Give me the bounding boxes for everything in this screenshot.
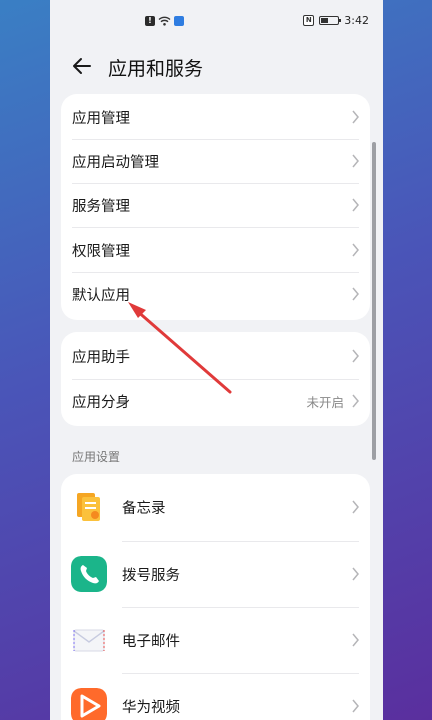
- app-notification-icon: [174, 16, 184, 26]
- chevron-right-icon: [352, 198, 359, 212]
- notepad-icon: [77, 493, 100, 521]
- row-label: 应用管理: [72, 110, 130, 127]
- app-label: 华为视频: [122, 700, 180, 716]
- status-time: 3:42: [344, 14, 369, 27]
- row-label: 服务管理: [72, 198, 130, 215]
- row-label: 默认应用: [72, 287, 130, 304]
- app-row-dialer[interactable]: 拨号服务: [61, 541, 370, 607]
- section-title: 应用设置: [72, 450, 121, 464]
- nfc-icon: N: [303, 15, 315, 26]
- chevron-right-icon: [352, 349, 359, 363]
- row-label: 权限管理: [72, 243, 130, 260]
- row-label: 应用启动管理: [72, 154, 159, 171]
- app-settings-list: 备忘录 拨号服务 电子邮件 华为视频: [61, 474, 370, 720]
- settings-group-2: 应用助手 应用分身 未开启: [61, 332, 370, 426]
- row-label: 应用助手: [72, 349, 130, 366]
- row-app-management[interactable]: 应用管理: [61, 95, 370, 139]
- chevron-right-icon: [352, 110, 359, 124]
- app-row-email[interactable]: 电子邮件: [61, 607, 370, 673]
- row-app-launch-management[interactable]: 应用启动管理: [61, 139, 370, 183]
- chevron-right-icon: [352, 633, 359, 647]
- phone-screen: ! N 3:42 应用和服务 应用管理 应用启动管理 服务管理 权限管理 默认应…: [50, 0, 383, 720]
- arrow-left-icon[interactable]: [70, 54, 94, 78]
- settings-group-1: 应用管理 应用启动管理 服务管理 权限管理 默认应用: [61, 94, 370, 320]
- row-app-assistant[interactable]: 应用助手: [61, 334, 370, 378]
- status-icons: !: [145, 16, 184, 26]
- video-play-icon: [71, 688, 107, 720]
- row-permission-management[interactable]: 权限管理: [61, 228, 370, 272]
- wifi-icon: [158, 16, 171, 26]
- app-label: 拨号服务: [122, 568, 180, 584]
- app-label: 备忘录: [122, 501, 166, 517]
- chevron-right-icon: [352, 699, 359, 713]
- row-app-twin[interactable]: 应用分身 未开启: [61, 379, 370, 423]
- notification-icon: !: [145, 16, 155, 26]
- scrollbar[interactable]: [372, 142, 376, 460]
- app-row-video[interactable]: 华为视频: [61, 673, 370, 720]
- title-bar: 应用和服务: [50, 46, 383, 88]
- chevron-right-icon: [352, 500, 359, 514]
- row-service-management[interactable]: 服务管理: [61, 183, 370, 227]
- phone-icon: [71, 556, 107, 592]
- chevron-right-icon: [352, 394, 359, 408]
- app-row-notes[interactable]: 备忘录: [61, 474, 370, 540]
- page-title: 应用和服务: [108, 58, 204, 80]
- chevron-right-icon: [352, 567, 359, 581]
- chevron-right-icon: [352, 287, 359, 301]
- row-default-apps[interactable]: 默认应用: [61, 272, 370, 316]
- row-label: 应用分身: [72, 394, 130, 411]
- app-label: 电子邮件: [122, 634, 180, 650]
- battery-icon: [319, 16, 342, 25]
- status-bar: ! N 3:42: [50, 0, 383, 46]
- mail-icon: [73, 629, 105, 652]
- chevron-right-icon: [352, 243, 359, 257]
- row-value: 未开启: [306, 394, 344, 410]
- chevron-right-icon: [352, 154, 359, 168]
